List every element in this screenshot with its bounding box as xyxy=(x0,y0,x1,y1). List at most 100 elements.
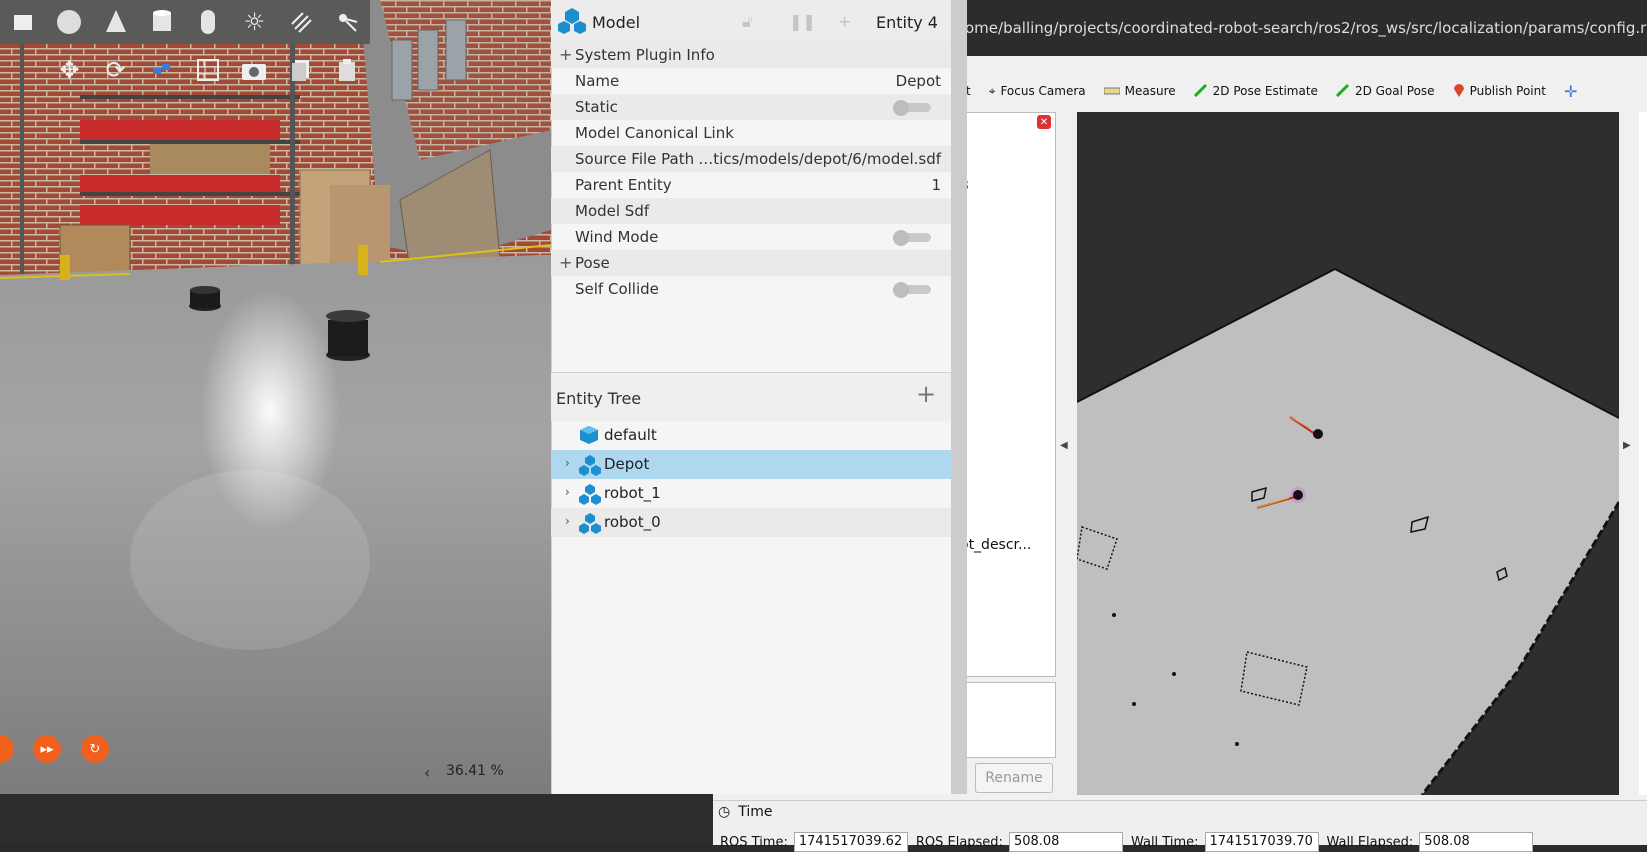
row-static: Static xyxy=(551,94,951,120)
cone-shape-icon[interactable] xyxy=(93,0,139,44)
reset-button[interactable]: ↻ xyxy=(81,735,109,763)
row-source-file-path: Source File Path …tics/models/depot/6/mod… xyxy=(551,146,951,172)
row-parent-entity: Parent Entity 1 xyxy=(575,176,941,194)
translate-icon[interactable]: ✥ xyxy=(46,48,92,92)
rviz-tools-toolbar: ect ⌖Focus Camera Measure 2D Pose Estima… xyxy=(952,78,1647,104)
tool-measure[interactable]: Measure xyxy=(1103,84,1176,98)
window-title: ome/balling/projects/coordinated-robot-s… xyxy=(965,19,1647,37)
add-icon[interactable]: + xyxy=(838,12,851,31)
terminal-edge xyxy=(1639,112,1647,795)
tree-item-robot-0[interactable]: › robot_0 xyxy=(551,508,951,537)
step-forward-button[interactable]: ▸▸ xyxy=(33,735,61,763)
green-arrow-icon xyxy=(1335,83,1350,100)
tool-2d-pose-estimate[interactable]: 2D Pose Estimate xyxy=(1193,83,1318,100)
grid-icon[interactable] xyxy=(139,48,185,92)
splitter-right-arrow-icon[interactable]: ▶ xyxy=(1623,440,1631,451)
display-partial-text: ot_descr... xyxy=(960,537,1032,553)
robot-model[interactable] xyxy=(189,286,221,311)
map-pin-icon xyxy=(1453,82,1465,101)
chevron-left-icon[interactable]: ‹ xyxy=(424,763,430,782)
add-tool-button[interactable]: ✛ xyxy=(1564,82,1577,101)
static-toggle[interactable] xyxy=(893,100,931,116)
source-file-path-value: …tics/models/depot/6/model.sdf xyxy=(698,150,941,168)
row-wind-mode: Wind Mode xyxy=(551,224,951,250)
screenshot-icon[interactable] xyxy=(231,48,277,92)
clock-icon: ◷ xyxy=(718,804,731,820)
displays-panel[interactable] xyxy=(966,112,1056,677)
paste-icon[interactable] xyxy=(324,48,370,92)
row-model-sdf: Model Sdf xyxy=(551,198,951,224)
tool-2d-goal-pose[interactable]: 2D Goal Pose xyxy=(1335,83,1435,100)
ruler-icon xyxy=(1103,84,1121,98)
inspector-title: Model xyxy=(592,13,641,32)
tree-item-default[interactable]: default xyxy=(551,421,951,450)
parent-entity-value: 1 xyxy=(931,176,941,194)
wall-elapsed-value[interactable]: 508.08 xyxy=(1419,832,1534,852)
add-entity-icon[interactable]: + xyxy=(916,380,936,408)
model-icon xyxy=(579,513,601,534)
row-self-collide: Self Collide xyxy=(551,276,951,302)
time-panel-header: ◷ Time xyxy=(718,804,773,820)
copy-icon[interactable] xyxy=(278,48,324,92)
real-time-factor: 36.41 % xyxy=(446,763,504,779)
row-system-plugin-info[interactable]: + System Plugin Info xyxy=(551,42,951,68)
ros-elapsed-field: ROS Elapsed: 508.08 xyxy=(916,832,1123,852)
rotate-icon[interactable]: ⟳ xyxy=(93,48,139,92)
model-icon xyxy=(579,455,601,476)
pause-icon[interactable]: ❚❚ xyxy=(789,12,816,31)
capsule-shape-icon[interactable] xyxy=(185,0,231,44)
model-icon xyxy=(558,8,586,34)
ros-elapsed-value[interactable]: 508.08 xyxy=(1008,832,1123,852)
transform-toolbar: ✥ ⟳ xyxy=(0,48,370,92)
light-icon[interactable]: ☼ xyxy=(231,0,277,44)
box-shape-icon[interactable] xyxy=(0,0,46,44)
shapes-toolbar: ☼ xyxy=(0,0,370,44)
sphere-shape-icon[interactable] xyxy=(46,0,92,44)
focus-camera-icon: ⌖ xyxy=(988,83,996,98)
wall-elapsed-field: Wall Elapsed: 508.08 xyxy=(1327,832,1534,852)
ros-time-field: ROS Time: 1741517039.62 xyxy=(720,832,908,852)
directional-light-icon[interactable] xyxy=(278,0,324,44)
wall-time-value[interactable]: 1741517039.70 xyxy=(1204,832,1319,852)
cylinder-shape-icon[interactable] xyxy=(139,0,185,44)
self-collide-toggle[interactable] xyxy=(893,282,931,298)
row-pose[interactable]: + Pose xyxy=(551,250,951,276)
expand-plus-icon: + xyxy=(559,253,573,272)
expand-plus-icon: + xyxy=(559,45,573,64)
rviz-3d-map-view[interactable] xyxy=(1077,112,1619,795)
select-mode-icon[interactable] xyxy=(0,48,46,92)
plus-icon: ✛ xyxy=(1563,81,1578,101)
occupancy-map xyxy=(1077,112,1619,795)
robot-model[interactable] xyxy=(326,310,370,361)
tree-item-depot[interactable]: › Depot xyxy=(551,450,951,479)
tree-item-robot-1[interactable]: › robot_1 xyxy=(551,479,951,508)
chevron-right-icon[interactable]: › xyxy=(565,456,570,470)
inspector-scrollbar[interactable] xyxy=(951,0,967,794)
tool-focus-camera[interactable]: ⌖ Focus Camera xyxy=(989,84,1086,99)
chevron-right-icon[interactable]: › xyxy=(565,485,570,499)
model-icon xyxy=(579,484,601,505)
close-icon[interactable]: ✕ xyxy=(1037,115,1051,129)
wall-time-field: Wall Time: 1741517039.70 xyxy=(1131,832,1319,852)
time-fields: ROS Time: 1741517039.62 ROS Elapsed: 508.0… xyxy=(720,832,1541,852)
green-arrow-icon xyxy=(1193,83,1208,100)
gazebo-3d-viewport[interactable]: ☼ ✥ ⟳ ▸▸ ↻ ‹ 36.41 % xyxy=(0,0,551,794)
spot-light-icon[interactable] xyxy=(324,0,370,44)
snap-grid-icon[interactable] xyxy=(185,48,231,92)
warehouse-scene xyxy=(0,0,551,794)
row-model-canonical-link: Model Canonical Link xyxy=(575,124,734,142)
splitter-left-arrow-icon[interactable]: ◀ xyxy=(1060,440,1068,451)
name-value: Depot xyxy=(895,72,941,90)
wind-mode-toggle[interactable] xyxy=(893,230,931,246)
ros-time-value[interactable]: 1741517039.62 xyxy=(793,832,908,852)
display-property-panel[interactable] xyxy=(966,682,1056,758)
tool-publish-point[interactable]: Publish Point xyxy=(1453,82,1546,101)
row-name: Name Depot xyxy=(575,72,941,90)
entity-id: Entity 4 xyxy=(876,13,938,32)
entity-tree-title: Entity Tree xyxy=(556,389,642,408)
bottom-dark-strip xyxy=(0,794,713,844)
lock-icon[interactable]: 🔓︎ xyxy=(742,12,752,32)
world-cube-icon xyxy=(580,426,598,444)
chevron-right-icon[interactable]: › xyxy=(565,514,570,528)
rename-button[interactable]: Rename xyxy=(975,763,1053,793)
